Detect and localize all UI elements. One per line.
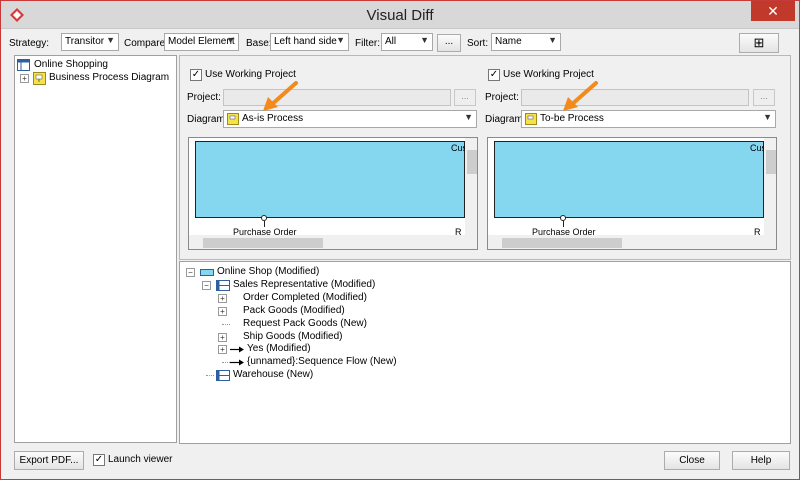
bpd-diagram-icon — [33, 72, 46, 85]
filter-label: Filter: — [355, 38, 380, 49]
help-button[interactable]: Help — [732, 451, 790, 470]
filter-select[interactable]: All ▼ — [381, 33, 433, 51]
expand-icon[interactable]: + — [218, 293, 227, 303]
collapse-icon[interactable]: − — [186, 268, 195, 277]
diff-tree-label: Order Completed (Modified) — [243, 291, 367, 303]
left-preview-hscroll[interactable] — [189, 235, 477, 249]
scroll-thumb[interactable] — [467, 150, 477, 174]
left-diagram-value: As-is Process — [242, 113, 304, 124]
sort-select[interactable]: Name ▼ — [491, 33, 561, 51]
right-diagram-label: Diagram: — [485, 114, 526, 125]
model-tree-panel: Online Shopping + Business Process Diagr… — [14, 55, 177, 443]
base-value: Left hand side — [274, 36, 337, 47]
filter-options-button[interactable]: ... — [437, 34, 461, 52]
base-select[interactable]: Left hand side ▼ — [270, 33, 349, 51]
window-title: Visual Diff — [366, 7, 434, 24]
chevron-down-icon: ▼ — [106, 35, 115, 45]
diagram-compare-area: ✓ Use Working Project Project: ... Diagr… — [179, 55, 791, 260]
strategy-select[interactable]: Transitor ▼ — [61, 33, 119, 51]
project-icon — [17, 59, 30, 71]
strategy-value: Transitor — [65, 36, 105, 47]
close-button[interactable]: Close — [664, 451, 720, 470]
chevron-down-icon: ▼ — [226, 35, 235, 45]
diff-tree-label: Online Shop (Modified) — [217, 266, 320, 277]
diff-tree-label: Ship Goods (Modified) — [243, 330, 343, 342]
diff-tree-label: Request Pack Goods (New) — [243, 317, 367, 329]
launch-viewer-label: Launch viewer — [108, 454, 173, 465]
bpd-diagram-icon — [227, 113, 239, 125]
scroll-thumb[interactable] — [203, 238, 323, 248]
collapse-icon[interactable]: − — [202, 280, 211, 290]
sort-value: Name — [495, 36, 522, 47]
left-diagram-label: Diagram: — [187, 114, 228, 125]
right-preview-hscroll[interactable] — [488, 235, 776, 249]
chevron-down-icon: ▼ — [464, 112, 473, 122]
strategy-label: Strategy: — [9, 38, 50, 49]
left-use-working-project-label: Use Working Project — [205, 69, 296, 80]
lane-icon — [216, 370, 230, 382]
compare-select[interactable]: Model Element ▼ — [164, 33, 239, 51]
left-project-field — [223, 89, 451, 106]
diff-tree-panel: − Online Shop (Modified) − Sales Representa… — [179, 261, 791, 444]
right-project-label: Project: — [485, 92, 519, 103]
expand-icon[interactable]: + — [218, 345, 227, 355]
diff-tree-label: Pack Goods (Modified) — [243, 304, 345, 316]
filter-value: All — [385, 36, 397, 47]
pool-icon — [200, 269, 214, 276]
lane-icon — [216, 279, 230, 291]
diff-tree-label: {unnamed}:Sequence Flow (New) — [247, 356, 397, 368]
left-preview-vscroll[interactable] — [465, 138, 477, 235]
compare-label: Compare: — [124, 38, 168, 49]
right-pool-shape — [494, 141, 764, 218]
chevron-down-icon: ▼ — [548, 35, 557, 45]
right-use-working-project-label: Use Working Project — [503, 69, 594, 80]
launch-viewer-checkbox[interactable]: ✓ — [93, 454, 105, 466]
chevron-down-icon: ▼ — [763, 112, 772, 122]
diff-tree-label: Sales Representative (Modified) — [233, 278, 376, 290]
right-project-field — [521, 89, 749, 106]
annotation-arrow-icon — [263, 81, 298, 111]
chevron-down-icon: ▼ — [336, 35, 345, 45]
tree-connector — [222, 362, 230, 364]
sort-label: Sort: — [467, 38, 489, 49]
expand-icon[interactable]: + — [218, 306, 227, 316]
annotation-arrow-icon — [563, 81, 598, 111]
left-project-label: Project: — [187, 92, 221, 103]
chevron-down-icon: ▼ — [420, 35, 429, 45]
add-diagram-button[interactable]: ⊞ — [739, 33, 779, 53]
scroll-thumb[interactable] — [502, 238, 622, 248]
export-pdf-button[interactable]: Export PDF... — [14, 451, 84, 470]
left-pool-shape — [195, 141, 465, 218]
right-project-browse-button: ... — [753, 89, 775, 106]
tree-item-label: Online Shopping — [34, 59, 108, 70]
compare-value: Model Element — [168, 36, 235, 47]
bpd-diagram-icon — [525, 113, 537, 125]
right-diagram-value: To-be Process — [540, 113, 604, 124]
tree-connector — [222, 323, 230, 325]
sequence-flow-icon — [230, 346, 244, 353]
expand-icon[interactable]: + — [20, 74, 29, 83]
right-preview-vscroll[interactable] — [764, 138, 776, 235]
left-use-working-project-checkbox[interactable]: ✓ — [190, 69, 202, 81]
expand-icon[interactable]: + — [218, 332, 227, 342]
right-use-working-project-checkbox[interactable]: ✓ — [488, 69, 500, 81]
right-diagram-preview[interactable]: Cus Purchase Order R — [487, 137, 777, 250]
base-label: Base: — [246, 38, 272, 49]
tree-connector — [206, 375, 214, 377]
sequence-flow-icon — [230, 359, 244, 366]
diff-tree-label: Yes (Modified) — [247, 343, 311, 355]
scroll-thumb[interactable] — [766, 150, 776, 174]
window-close-button[interactable]: ✕ — [751, 1, 795, 21]
left-project-browse-button: ... — [454, 89, 476, 106]
toolbar: Strategy: Transitor ▼ Compare: Model Ele… — [7, 33, 793, 55]
left-diagram-preview[interactable]: Cus Purchase Order R — [188, 137, 478, 250]
diff-tree-label: Warehouse (New) — [233, 369, 314, 381]
title-bar: Visual Diff ✕ — [1, 1, 799, 29]
tree-item-label: Business Process Diagram — [49, 72, 170, 83]
visual-diff-window: Visual Diff ✕ Strategy: Transitor ▼ Comp… — [0, 0, 800, 480]
